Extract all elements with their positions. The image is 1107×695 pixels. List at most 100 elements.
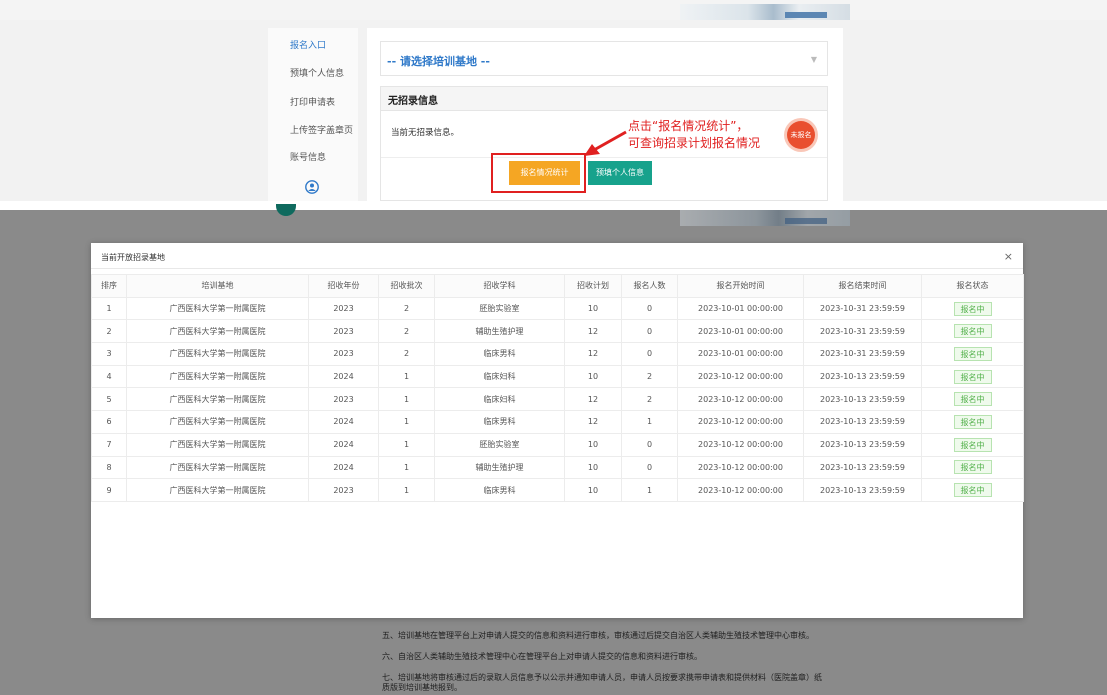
cell-subject: 辅助生殖护理 (434, 455, 565, 480)
cell-plan: 12 (564, 387, 622, 412)
col-header-status: 报名状态 (921, 274, 1024, 298)
status-badge: 报名中 (953, 324, 992, 339)
cell-start-time: 2023-10-12 00:00:00 (677, 455, 804, 480)
unregistered-badge: 未报名 (787, 121, 815, 149)
col-header-subject: 招收学科 (434, 274, 565, 298)
status-badge: 报名中 (953, 301, 992, 316)
cell-status: 报名中 (921, 387, 1024, 412)
col-header-plan: 招收计划 (564, 274, 622, 298)
cell-subject: 胚胎实验室 (434, 432, 565, 457)
cell-start-time: 2023-10-01 00:00:00 (677, 342, 804, 366)
sidebar-item-print-form[interactable]: 打印申请表 (290, 95, 335, 108)
cell-base: 广西医科大学第一附属医院 (126, 455, 309, 480)
cell-year: 2024 (308, 364, 379, 389)
training-base-select[interactable]: -- 请选择培训基地 -- ▼ (380, 41, 828, 76)
cell-base: 广西医科大学第一附属医院 (126, 319, 309, 344)
header-banner (0, 0, 1107, 20)
sidebar-item-account-info[interactable]: 账号信息 (290, 150, 326, 163)
table-row: 1 广西医科大学第一附属医院 2023 2 胚胎实验室 10 0 2023-10-01 00:… (91, 296, 1024, 321)
cell-batch: 1 (378, 387, 435, 412)
cell-order: 7 (91, 432, 127, 457)
cell-subject: 辅助生殖护理 (434, 319, 565, 344)
cell-order: 9 (91, 478, 127, 502)
annotation-line-2: 可查询招录计划报名情况 (628, 136, 761, 150)
cell-subject: 临床妇科 (434, 387, 565, 412)
cell-start-time: 2023-10-12 00:00:00 (677, 478, 804, 502)
cell-year: 2023 (308, 296, 379, 321)
cell-order: 5 (91, 387, 127, 412)
annotation-line-1: 点击“报名情况统计”， (628, 119, 749, 133)
table-row: 3 广西医科大学第一附属医院 2023 2 临床男科 12 0 2023-10-01 00:0… (91, 342, 1024, 366)
training-base-select-value: -- 请选择培训基地 -- (387, 55, 490, 68)
cell-base: 广西医科大学第一附属医院 (126, 364, 309, 389)
cell-year: 2024 (308, 432, 379, 457)
cell-end-time: 2023-10-13 23:59:59 (803, 410, 922, 434)
status-badge: 报名中 (953, 369, 992, 384)
modal-title: 当前开放招录基地 (101, 253, 165, 262)
table-row: 4 广西医科大学第一附属医院 2024 1 临床妇科 10 2 2023-10-12 00:0… (91, 364, 1024, 389)
underlying-page-text: 五、培训基地在管理平台上对申请人提交的信息和资料进行审核，审核通过后提交自治区人… (358, 618, 844, 695)
cell-applicants: 2 (621, 364, 678, 389)
sidebar-item-upload-signed-page[interactable]: 上传签字盖章页 (290, 123, 353, 136)
card-title: 无招录信息 (388, 96, 438, 107)
cell-applicants: 0 (621, 319, 678, 344)
status-badge: 报名中 (953, 483, 992, 498)
cell-order: 3 (91, 342, 127, 366)
cell-base: 广西医科大学第一附属医院 (126, 410, 309, 434)
cell-year: 2024 (308, 410, 379, 434)
cell-applicants: 1 (621, 410, 678, 434)
cell-plan: 10 (564, 432, 622, 457)
cell-plan: 12 (564, 319, 622, 344)
cell-status: 报名中 (921, 410, 1024, 434)
col-header-start-time: 报名开始时间 (677, 274, 804, 298)
banner-image-accent (785, 12, 827, 18)
col-header-end-time: 报名结束时间 (803, 274, 922, 298)
cell-batch: 2 (378, 319, 435, 344)
cell-plan: 10 (564, 478, 622, 502)
cell-end-time: 2023-10-13 23:59:59 (803, 432, 922, 457)
cell-start-time: 2023-10-12 00:00:00 (677, 364, 804, 389)
cell-plan: 10 (564, 455, 622, 480)
table-header-row: 排序 培训基地 招收年份 招收批次 招收学科 招收计划 报名人数 报名开始时间 … (91, 274, 1024, 298)
prefill-info-button[interactable]: 预填个人信息 (588, 161, 652, 185)
table-row: 8 广西医科大学第一附属医院 2024 1 辅助生殖护理 10 0 2023-10-12 00… (91, 455, 1024, 480)
cell-subject: 临床妇科 (434, 364, 565, 389)
status-badge: 报名中 (953, 414, 992, 429)
cell-start-time: 2023-10-01 00:00:00 (677, 296, 804, 321)
sidebar-item-register-entry[interactable]: 报名入口 (290, 38, 326, 51)
cell-end-time: 2023-10-13 23:59:59 (803, 387, 922, 412)
col-header-applicants: 报名人数 (621, 274, 678, 298)
cell-order: 2 (91, 319, 127, 344)
cell-applicants: 0 (621, 296, 678, 321)
table-row: 7 广西医科大学第一附属医院 2024 1 胚胎实验室 10 0 2023-10-12 00:… (91, 432, 1024, 457)
cell-end-time: 2023-10-13 23:59:59 (803, 364, 922, 389)
col-header-order: 排序 (91, 274, 127, 298)
cell-plan: 10 (564, 296, 622, 321)
top-page-panel: 报名入口 预填个人信息 打印申请表 上传签字盖章页 账号信息 -- 请选择培训基… (0, 0, 1107, 201)
col-header-year: 招收年份 (308, 274, 379, 298)
table-row: 2 广西医科大学第一附属医院 2023 2 辅助生殖护理 12 0 2023-10-01 00… (91, 319, 1024, 344)
bases-table: 排序 培训基地 招收年份 招收批次 招收学科 招收计划 报名人数 报名开始时间 … (91, 274, 1024, 502)
highlight-frame (491, 153, 586, 193)
cell-base: 广西医科大学第一附属医院 (126, 432, 309, 457)
cell-start-time: 2023-10-12 00:00:00 (677, 387, 804, 412)
cell-status: 报名中 (921, 342, 1024, 366)
sidebar: 报名入口 预填个人信息 打印申请表 上传签字盖章页 账号信息 (268, 28, 358, 201)
cell-batch: 2 (378, 296, 435, 321)
cell-batch: 1 (378, 432, 435, 457)
card-header: 无招录信息 (381, 87, 827, 111)
cell-base: 广西医科大学第一附属医院 (126, 478, 309, 502)
cell-batch: 1 (378, 455, 435, 480)
cell-year: 2023 (308, 319, 379, 344)
banner-image-accent (785, 218, 827, 224)
instruction-step-6: 六、自治区人类辅助生殖技术管理中心在管理平台上对申请人提交的信息和资料进行审核。 (382, 652, 702, 661)
cell-year: 2023 (308, 342, 379, 366)
cell-subject: 胚胎实验室 (434, 296, 565, 321)
cell-year: 2024 (308, 455, 379, 480)
sidebar-item-prefill-info[interactable]: 预填个人信息 (290, 66, 344, 79)
cell-status: 报名中 (921, 455, 1024, 480)
user-icon[interactable] (305, 180, 319, 194)
cell-subject: 临床男科 (434, 342, 565, 366)
close-icon[interactable]: × (1004, 250, 1013, 263)
col-header-batch: 招收批次 (378, 274, 435, 298)
